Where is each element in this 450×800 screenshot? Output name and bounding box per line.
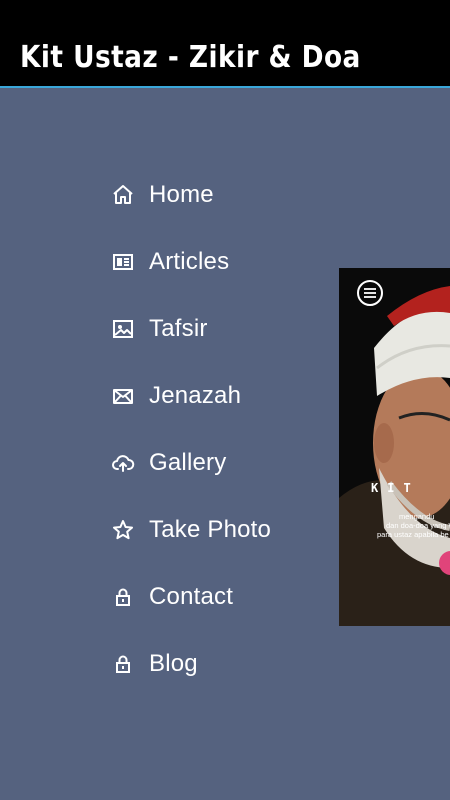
hamburger-menu-icon[interactable] xyxy=(357,280,383,306)
preview-text-line: dan doa-doa yang W xyxy=(386,521,450,530)
menu-item-tafsir[interactable]: Tafsir xyxy=(110,309,208,349)
image-icon xyxy=(110,316,136,342)
preview-text-line: para ustaz apabila be xyxy=(377,530,449,539)
lock-icon xyxy=(110,651,136,677)
menu-item-home[interactable]: Home xyxy=(110,175,214,215)
mail-icon xyxy=(110,383,136,409)
menu-label: Contact xyxy=(149,583,234,610)
menu-item-blog[interactable]: Blog xyxy=(110,644,198,684)
menu-label: Articles xyxy=(149,248,230,275)
menu-item-gallery[interactable]: Gallery xyxy=(110,443,226,483)
menu-item-contact[interactable]: Contact xyxy=(110,577,233,617)
star-icon xyxy=(110,517,136,543)
newspaper-icon xyxy=(110,249,136,275)
main-content-preview[interactable]: KIT mengandu dan doa-doa yang W para ust… xyxy=(339,268,450,626)
menu-label: Blog xyxy=(149,650,198,677)
menu-item-take-photo[interactable]: Take Photo xyxy=(110,510,271,550)
app-title: Kit Ustaz - Zikir & Doa xyxy=(20,40,361,75)
menu-label: Home xyxy=(149,181,214,208)
ustaz-photo xyxy=(339,268,450,626)
cloud-upload-icon xyxy=(110,450,136,476)
preview-text-line: mengandu xyxy=(399,512,435,521)
menu-item-jenazah[interactable]: Jenazah xyxy=(110,376,241,416)
status-bar xyxy=(0,0,450,32)
menu-label: Jenazah xyxy=(149,382,242,409)
menu-item-articles[interactable]: Articles xyxy=(110,242,229,282)
preview-brand-text: KIT xyxy=(371,481,420,495)
home-icon xyxy=(110,182,136,208)
lock-icon xyxy=(110,584,136,610)
menu-label: Take Photo xyxy=(149,516,272,543)
menu-label: Tafsir xyxy=(149,315,208,342)
app-bar: Kit Ustaz - Zikir & Doa xyxy=(0,32,450,88)
menu-label: Gallery xyxy=(149,449,227,476)
